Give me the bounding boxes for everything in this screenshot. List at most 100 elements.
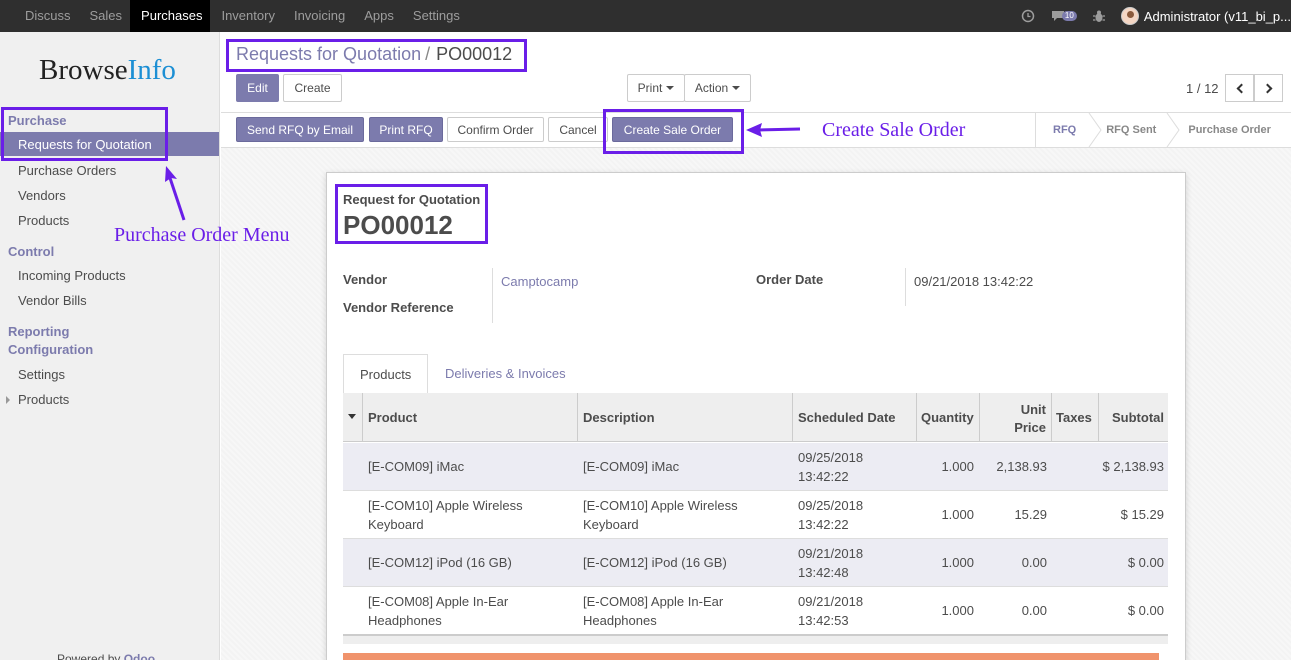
sidebar-item-vendor-bills[interactable]: Vendor Bills bbox=[18, 293, 87, 308]
print-rfq-button[interactable]: Print RFQ bbox=[369, 117, 443, 142]
status-rfq: RFQ bbox=[1053, 124, 1077, 136]
column-divider bbox=[1051, 393, 1052, 442]
cancel-button[interactable]: Cancel bbox=[548, 117, 608, 142]
cell-scheduled-date: 09/21/2018 13:42:53 bbox=[798, 594, 864, 628]
confirm-order-button[interactable]: Confirm Order bbox=[447, 117, 544, 142]
col-unit-price[interactable]: Unit Price bbox=[985, 401, 1046, 437]
order-date-value: 09/21/2018 13:42:22 bbox=[914, 274, 1034, 289]
table-row[interactable]: [E-COM12] iPod (16 GB) [E-COM12] iPod (1… bbox=[343, 539, 1168, 587]
status-bar: RFQ RFQ Sent Purchase Order bbox=[1035, 113, 1291, 147]
powered-by: Powered by Odoo bbox=[57, 652, 156, 660]
messages-badge: 10 bbox=[1061, 11, 1077, 21]
sidebar-item-vendors[interactable]: Vendors bbox=[18, 188, 66, 203]
vendor-link[interactable]: Camptocamp bbox=[501, 274, 578, 289]
menu-purchases[interactable]: Purchases bbox=[130, 0, 211, 32]
table-row[interactable]: [E-COM10] Apple Wireless Keyboard [E-COM1… bbox=[343, 491, 1168, 539]
cell-description: [E-COM10] Apple Wireless Keyboard bbox=[583, 498, 738, 532]
annotation-arrow-icon bbox=[165, 166, 186, 221]
column-divider bbox=[1098, 393, 1099, 442]
pager-next-button[interactable] bbox=[1254, 74, 1283, 102]
top-navbar: Discuss Sales Purchases Inventory Invoic… bbox=[0, 0, 1291, 32]
tab-deliveries-invoices[interactable]: Deliveries & Invoices bbox=[429, 354, 582, 394]
user-menu[interactable]: Administrator (v11_bi_p... bbox=[1144, 9, 1291, 24]
cell-unit-price: 2,138.93 bbox=[996, 459, 1047, 474]
cell-quantity: 1.000 bbox=[941, 507, 974, 522]
total-bar bbox=[343, 653, 1159, 660]
sidebar-item-config-products[interactable]: Products bbox=[18, 392, 69, 407]
messages-icon[interactable]: 10 bbox=[1051, 10, 1077, 22]
app-menu: Discuss Sales Purchases Inventory Invoic… bbox=[14, 0, 468, 32]
create-button[interactable]: Create bbox=[283, 74, 342, 102]
chevron-right-icon bbox=[1262, 83, 1272, 93]
send-rfq-email-button[interactable]: Send RFQ by Email bbox=[236, 117, 364, 142]
edit-button[interactable]: Edit bbox=[236, 74, 279, 102]
menu-settings[interactable]: Settings bbox=[402, 0, 468, 32]
cell-description: [E-COM12] iPod (16 GB) bbox=[583, 555, 727, 570]
menu-invoicing[interactable]: Invoicing bbox=[283, 0, 353, 32]
cell-description: [E-COM08] Apple In-Ear Headphones bbox=[583, 594, 724, 628]
order-date-label: Order Date bbox=[756, 272, 824, 287]
sidebar-item-products[interactable]: Products bbox=[18, 213, 69, 228]
col-scheduled-date[interactable]: Scheduled Date bbox=[798, 410, 896, 425]
col-product[interactable]: Product bbox=[368, 410, 417, 425]
sidebar-item-incoming-products[interactable]: Incoming Products bbox=[18, 268, 126, 283]
sidebar-item-purchase-orders[interactable]: Purchase Orders bbox=[18, 163, 116, 178]
debug-bug-icon[interactable] bbox=[1092, 10, 1105, 23]
action-dropdown[interactable]: Action bbox=[684, 74, 751, 102]
cell-subtotal: $ 0.00 bbox=[1127, 603, 1164, 618]
column-divider bbox=[362, 393, 363, 442]
cell-unit-price: 15.29 bbox=[1014, 507, 1047, 522]
sidebar-item-settings[interactable]: Settings bbox=[18, 367, 65, 382]
col-subtotal[interactable]: Subtotal bbox=[1112, 410, 1164, 425]
tab-products[interactable]: Products bbox=[343, 354, 429, 394]
vendor-label: Vendor bbox=[343, 272, 388, 287]
sidebar-section-configuration: Configuration bbox=[8, 342, 94, 357]
cell-product: [E-COM08] Apple In-Ear Headphones bbox=[368, 594, 509, 628]
cell-scheduled-date: 09/25/2018 13:42:22 bbox=[798, 498, 864, 532]
vendor-reference-label: Vendor Reference bbox=[343, 300, 454, 315]
cell-quantity: 1.000 bbox=[941, 555, 974, 570]
annotation-create-sale-order: Create Sale Order bbox=[822, 119, 966, 141]
action-caret-icon bbox=[732, 86, 741, 90]
table-row[interactable]: [E-COM08] Apple In-Ear Headphones [E-COM0… bbox=[343, 587, 1168, 635]
column-divider bbox=[916, 393, 917, 442]
highlight-breadcrumb bbox=[226, 39, 527, 72]
cell-subtotal: $ 15.29 bbox=[1120, 507, 1164, 522]
clock-icon[interactable] bbox=[1021, 9, 1035, 23]
highlight-purchase-menu bbox=[1, 107, 168, 161]
cell-product: [E-COM09] iMac bbox=[368, 459, 465, 474]
print-dropdown[interactable]: Print bbox=[627, 74, 685, 102]
pager-value[interactable]: 1 / 12 bbox=[1186, 81, 1219, 96]
table-row[interactable]: [E-COM09] iMac [E-COM09] iMac 09/25/2018… bbox=[343, 443, 1168, 491]
cell-scheduled-date: 09/21/2018 13:42:48 bbox=[798, 546, 864, 580]
browseinfo-logo: BrowseInfo bbox=[39, 54, 176, 86]
expand-caret-icon[interactable] bbox=[6, 396, 10, 404]
cell-subtotal: $ 2,138.93 bbox=[1102, 459, 1164, 474]
col-quantity[interactable]: Quantity bbox=[921, 410, 974, 425]
cell-scheduled-date: 09/25/2018 13:42:22 bbox=[798, 450, 864, 484]
status-rfq-sent: RFQ Sent bbox=[1106, 124, 1157, 136]
table-footer bbox=[343, 634, 1168, 644]
sort-caret-icon[interactable] bbox=[348, 414, 356, 419]
field-divider bbox=[905, 268, 906, 306]
column-divider bbox=[792, 393, 793, 442]
col-taxes[interactable]: Taxes bbox=[1056, 410, 1092, 425]
cell-unit-price: 0.00 bbox=[1021, 555, 1047, 570]
menu-discuss[interactable]: Discuss bbox=[14, 0, 79, 32]
cell-description: [E-COM09] iMac bbox=[583, 459, 680, 474]
annotation-purchase-order-menu: Purchase Order Menu bbox=[114, 224, 290, 246]
cell-unit-price: 0.00 bbox=[1021, 603, 1047, 618]
highlight-form-title bbox=[335, 184, 488, 244]
cell-product: [E-COM12] iPod (16 GB) bbox=[368, 555, 512, 570]
pager-previous-button[interactable] bbox=[1225, 74, 1254, 102]
sidebar-section-reporting[interactable]: Reporting bbox=[8, 324, 69, 339]
menu-apps[interactable]: Apps bbox=[353, 0, 402, 32]
menu-inventory[interactable]: Inventory bbox=[210, 0, 282, 32]
menu-sales[interactable]: Sales bbox=[79, 0, 131, 32]
cell-quantity: 1.000 bbox=[941, 459, 974, 474]
field-divider bbox=[492, 268, 493, 323]
col-description[interactable]: Description bbox=[583, 410, 655, 425]
cell-product: [E-COM10] Apple Wireless Keyboard bbox=[368, 498, 523, 532]
highlight-create-sale-order bbox=[603, 109, 744, 154]
user-avatar[interactable] bbox=[1120, 7, 1139, 25]
